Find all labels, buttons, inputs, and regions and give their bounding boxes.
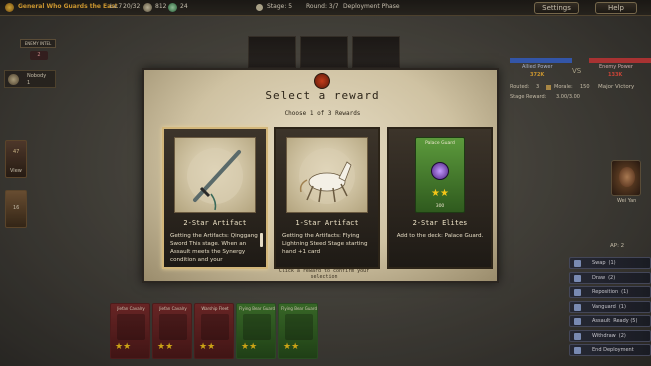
purple-orb-icon xyxy=(431,162,449,180)
reward-card-2[interactable]: 1-Star Artifact Getting the Artifacts: F… xyxy=(274,127,380,269)
description-scrollbar[interactable] xyxy=(260,233,263,247)
horse-icon xyxy=(299,148,355,204)
reward-title: 1-Star Artifact xyxy=(295,219,359,227)
reward-card-3[interactable]: Palace Guard ★★ 300 2-Star Elites Add to… xyxy=(387,127,493,269)
reward-art xyxy=(174,137,256,213)
reward-modal: Select a reward Choose 1 of 3 Rewards 2-… xyxy=(142,68,499,283)
reward-description: Add to the deck: Palace Guard. xyxy=(396,233,484,239)
elite-card-stars: ★★ xyxy=(431,188,449,199)
modal-subtitle: Choose 1 of 3 Rewards xyxy=(284,110,361,117)
reward-description: Getting the Artifacts: Flying Lightning … xyxy=(282,233,368,255)
selection-hint: Click a reward to confirm your selection xyxy=(278,268,370,280)
sword-icon xyxy=(187,148,243,211)
reward-title: 2-Star Artifact xyxy=(183,219,247,227)
reward-card-1[interactable]: 2-Star Artifact Getting the Artifacts: Q… xyxy=(162,127,268,269)
elite-card-preview: Palace Guard ★★ 300 xyxy=(415,137,465,213)
reward-art xyxy=(286,137,368,213)
seal-emblem-icon xyxy=(314,73,330,89)
elite-card-count: 300 xyxy=(435,204,445,209)
elite-card-name: Palace Guard xyxy=(425,141,455,146)
reward-description: Getting the Artifacts: Qinggang Sword Th… xyxy=(170,233,258,263)
reward-title: 2-Star Elites xyxy=(412,219,468,227)
modal-title: Select a reward xyxy=(265,89,380,102)
